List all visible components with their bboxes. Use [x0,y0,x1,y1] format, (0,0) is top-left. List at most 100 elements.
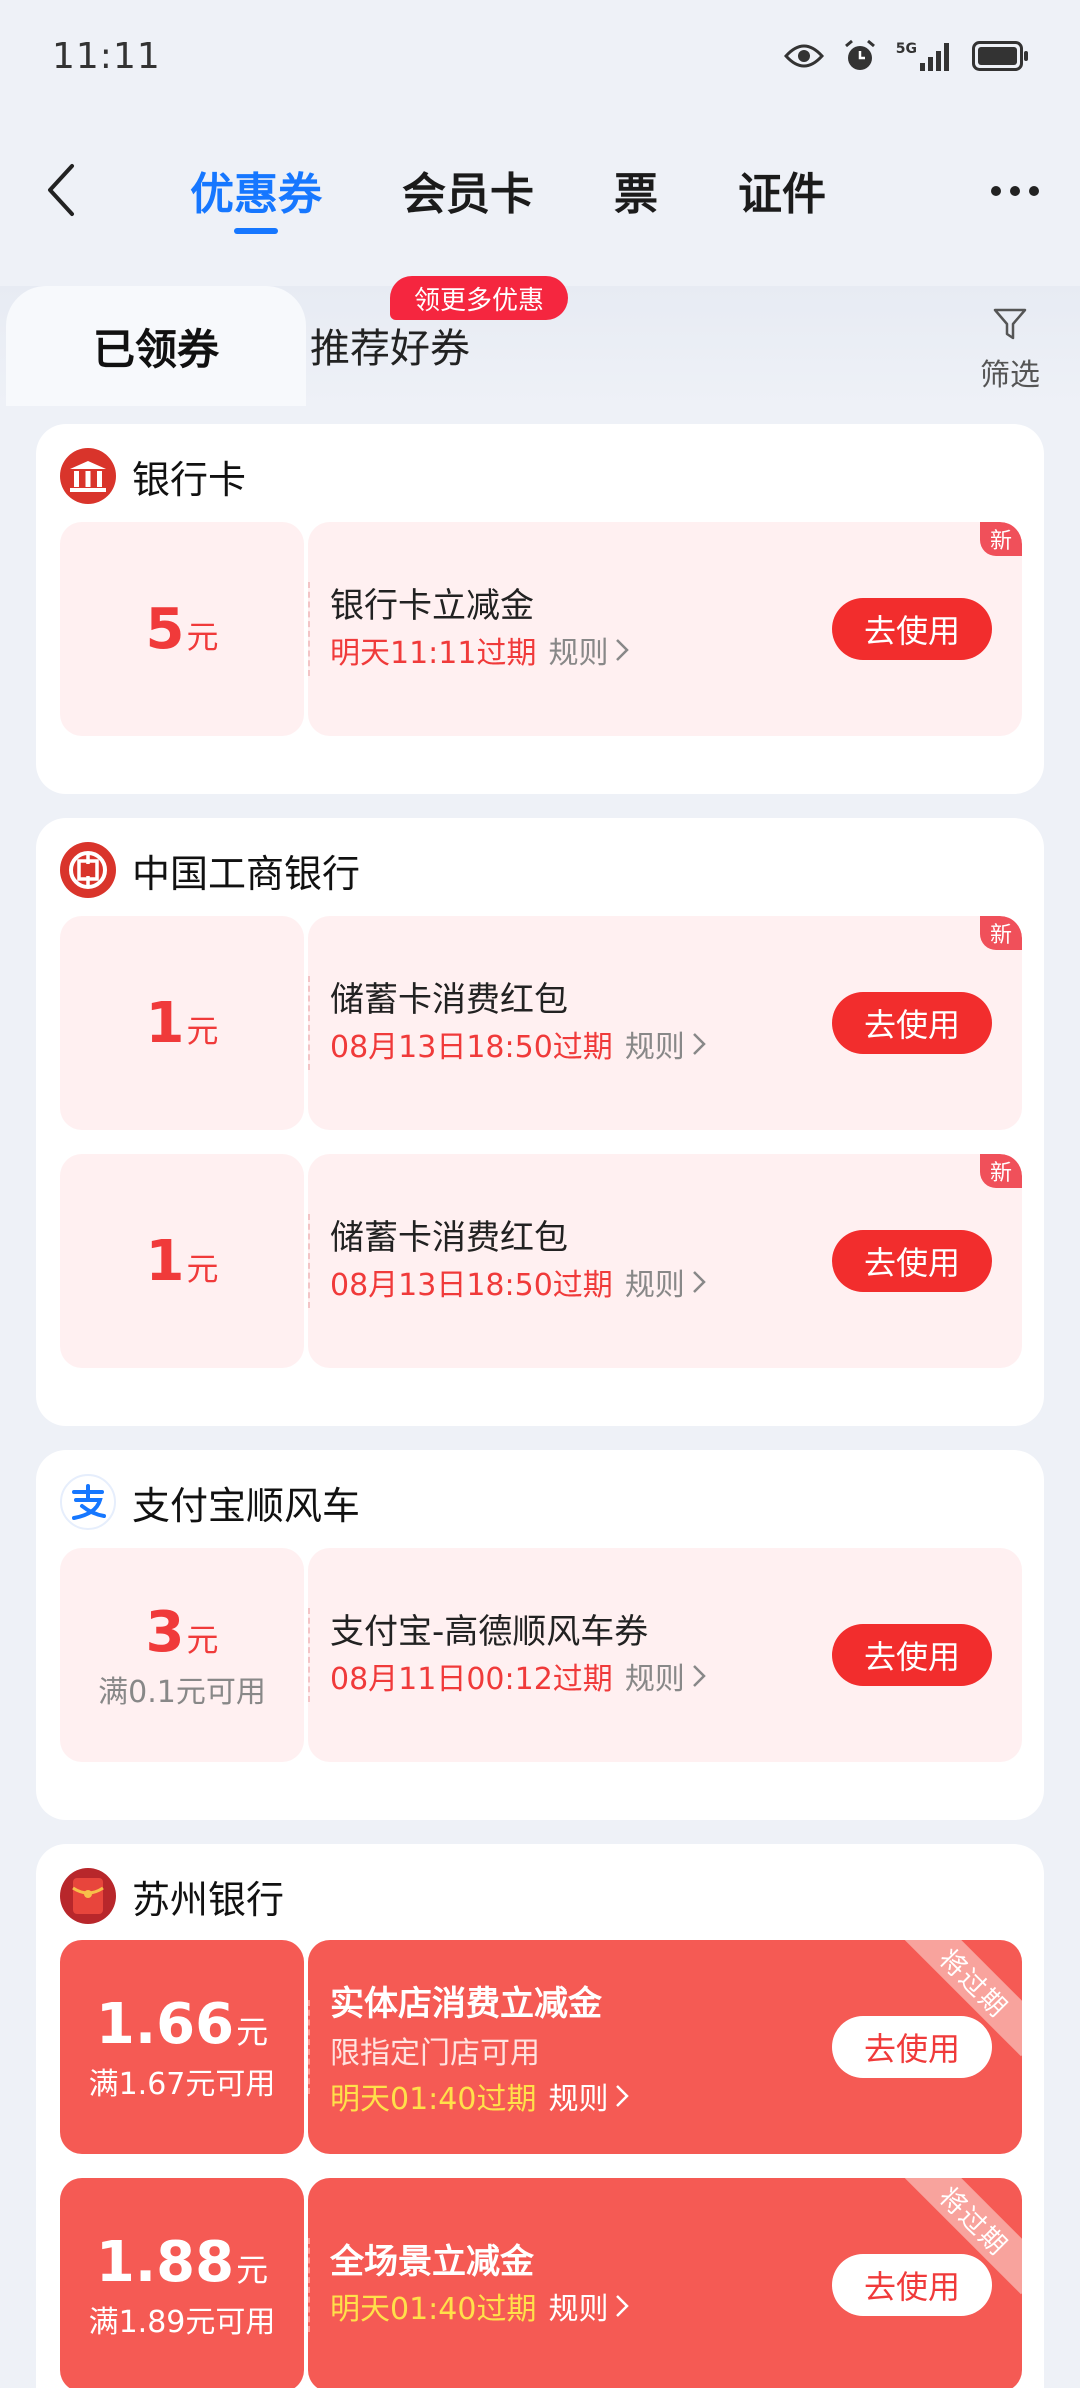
chevron-right-icon [616,639,630,661]
coupon-item[interactable]: 3元 满0.1元可用 支付宝-高德顺风车券 08月11日00:12过期 规则 去… [60,1548,1022,1762]
coupon-expiry-row: 明天01:40过期 规则 [330,2284,630,2328]
coupon-rule-label: 规则 [548,2082,609,2117]
coupon-amount: 1.88 元 [96,2230,268,2295]
new-tag: 新 [980,1154,1022,1188]
coupon-amount-panel: 3元 满0.1元可用 [60,1548,304,1762]
use-coupon-button[interactable]: 去使用 [832,2254,992,2316]
filter-icon [993,308,1027,340]
coupon-threshold: 满1.89元可用 [88,2304,276,2340]
coupon-group-card: 苏州银行 1.66 元 满1.67元可用 实体店消费立减金 限指定门店可用 明天0… [36,1844,1044,2388]
coupon-detail-panel: 支付宝-高德顺风车券 08月11日00:12过期 规则 去使用 [308,1548,1022,1762]
chevron-right-icon [616,2295,630,2317]
coupon-expiry-row: 08月13日18:50过期 规则 [330,1022,707,1066]
group-title: 支付宝顺风车 [132,1483,361,1528]
group-header: 银行卡 [60,446,246,506]
group-header: 苏州银行 [60,1866,284,1926]
sub-tab-recommended[interactable]: 推荐好券 [310,316,470,374]
coupon-expiry: 明天11:11过期 [330,636,537,671]
coupon-detail-panel: 储蓄卡消费红包 08月13日18:50过期 规则 去使用 新 [308,1154,1022,1368]
coupon-amount-unit: 元 [236,2250,269,2289]
coupon-detail-panel: 全场景立减金 明天01:40过期 规则 去使用 将过期 [308,2178,1022,2388]
more-button[interactable] [980,166,1050,216]
signal-icon [920,43,949,71]
coupon-rule-link[interactable]: 规则 [548,2284,630,2328]
coupon-detail-panel: 储蓄卡消费红包 08月13日18:50过期 规则 去使用 新 [308,916,1022,1130]
coupon-amount-value: 1 [145,1228,185,1294]
coupon-amount: 3元 [146,1600,219,1665]
coupon-description: 限指定门店可用 [330,2036,540,2071]
sub-tab-claimed[interactable]: 已领券 [6,286,306,406]
alarm-icon [844,39,875,70]
coupon-item-expiring[interactable]: 1.88 元 满1.89元可用 全场景立减金 明天01:40过期 规则 去使用 将… [60,2178,1022,2388]
chevron-right-icon [692,1665,706,1687]
coupon-item[interactable]: 1元 储蓄卡消费红包 08月13日18:50过期 规则 去使用 新 [60,916,1022,1130]
use-coupon-button[interactable]: 去使用 [832,2016,992,2078]
coupon-detail-panel: 实体店消费立减金 限指定门店可用 明天01:40过期 规则 去使用 将过期 [308,1940,1022,2154]
back-button[interactable] [30,150,90,230]
coupon-rule-link[interactable]: 规则 [625,1260,707,1304]
coupon-amount-unit: 元 [236,2012,269,2051]
signal-indicator: 5G [896,41,954,71]
coupon-item[interactable]: 5元 银行卡立减金 明天11:11过期 规则 去使用 新 [60,522,1022,736]
battery-icon [972,41,1028,71]
coupon-expiry: 明天01:40过期 [330,2292,537,2327]
filter-button[interactable]: 筛选 [970,306,1050,396]
use-coupon-button[interactable]: 去使用 [832,1624,992,1686]
coupon-amount-value: 1 [145,990,185,1056]
tab-coupons[interactable]: 优惠券 [190,140,322,240]
coupon-rule-link[interactable]: 规则 [548,628,630,672]
use-coupon-button[interactable]: 去使用 [832,992,992,1054]
coupon-detail-panel: 银行卡立减金 明天11:11过期 规则 去使用 新 [308,522,1022,736]
group-title: 中国工商银行 [132,851,361,896]
coupon-item-expiring[interactable]: 1.66 元 满1.67元可用 实体店消费立减金 限指定门店可用 明天01:40过… [60,1940,1022,2154]
coupon-expiry: 08月13日18:50过期 [330,1268,613,1303]
coupon-amount-unit: 元 [186,1620,219,1659]
coupon-amount-panel: 5元 [60,522,304,736]
red-envelope-icon [60,1868,116,1924]
coupon-title: 全场景立减金 [330,2242,534,2282]
coupon-title: 银行卡立减金 [330,586,534,626]
coupon-amount-panel: 1元 [60,1154,304,1368]
filter-label: 筛选 [980,358,1040,393]
nav-tabs: 优惠券 会员卡 票 证件 [190,140,906,240]
coupon-item[interactable]: 1元 储蓄卡消费红包 08月13日18:50过期 规则 去使用 新 [60,1154,1022,1368]
coupon-rule-link[interactable]: 规则 [548,2074,630,2118]
coupon-expiry-row: 08月11日00:12过期 规则 [330,1654,707,1698]
coupon-rule-label: 规则 [548,636,609,671]
coupon-amount-value: 1.66 [95,1991,235,2057]
coupon-title: 储蓄卡消费红包 [330,980,568,1020]
coupon-group-card: 银行卡 5元 银行卡立减金 明天11:11过期 规则 去使用 新 [36,424,1044,794]
coupon-expiry-row: 08月13日18:50过期 规则 [330,1260,707,1304]
eye-icon [783,44,824,68]
sub-tab-claimed-label: 已领券 [92,324,219,374]
coupon-threshold: 满0.1元可用 [98,1674,266,1710]
group-header: 支付宝顺风车 [60,1472,360,1532]
alipay-logo-icon [60,1474,116,1530]
coupon-expiry: 明天01:40过期 [330,2082,537,2117]
new-tag: 新 [980,916,1022,950]
coupon-rule-label: 规则 [624,1268,685,1303]
tab-ids[interactable]: 证件 [738,140,826,240]
use-coupon-button[interactable]: 去使用 [832,598,992,660]
sub-tabs: 已领券 推荐好券 领更多优惠 筛选 [0,276,1080,406]
coupon-threshold: 满1.67元可用 [88,2066,276,2102]
coupon-amount: 1元 [146,1229,219,1294]
coupon-rule-label: 规则 [624,1030,685,1065]
coupon-title: 储蓄卡消费红包 [330,1218,568,1258]
use-coupon-button[interactable]: 去使用 [832,1230,992,1292]
coupon-rule-link[interactable]: 规则 [625,1654,707,1698]
coupon-group-card: 中国工商银行 1元 储蓄卡消费红包 08月13日18:50过期 规则 去使用 新… [36,818,1044,1426]
chevron-right-icon [616,2085,630,2107]
tab-tickets[interactable]: 票 [614,140,658,240]
tab-membership-cards[interactable]: 会员卡 [402,140,534,240]
status-bar: 11:11 5G [0,0,1080,120]
coupon-amount-unit: 元 [186,1249,219,1288]
coupon-group-card: 支付宝顺风车 3元 满0.1元可用 支付宝-高德顺风车券 08月11日00:12… [36,1450,1044,1820]
coupon-title: 支付宝-高德顺风车券 [330,1612,649,1652]
coupon-amount-unit: 元 [186,1011,219,1050]
promo-badge: 领更多优惠 [390,276,569,320]
coupon-expiry: 08月11日00:12过期 [330,1662,613,1697]
coupon-rule-link[interactable]: 规则 [625,1022,707,1066]
coupon-amount: 1元 [146,991,219,1056]
coupon-amount-value: 3 [145,1599,185,1665]
